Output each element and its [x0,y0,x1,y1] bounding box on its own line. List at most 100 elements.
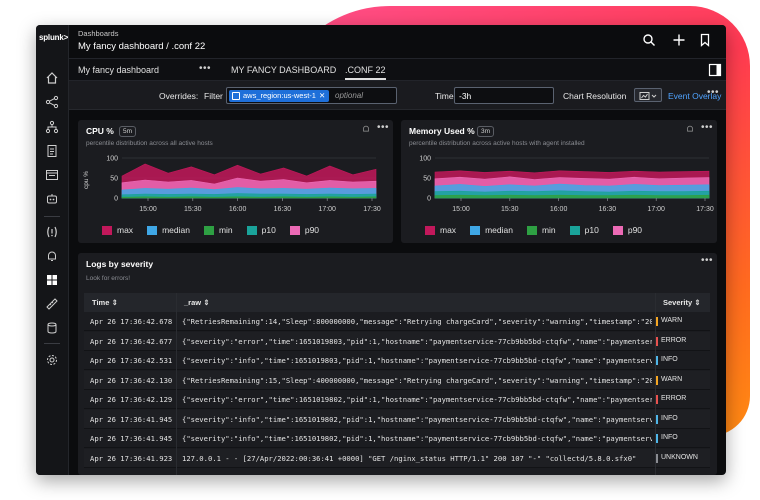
severity-indicator [656,336,658,346]
dashboard-group-name[interactable]: My fancy dashboard [78,65,159,75]
tab-conf22[interactable]: .CONF 22 [345,65,386,80]
alert-bell-icon[interactable] [685,124,695,134]
column-header-time[interactable]: Time ⇕ [92,298,118,307]
database-icon[interactable] [43,319,61,337]
table-row[interactable]: Apr 26 17:36:42.677 {"severity":"error","… [84,331,710,351]
alert-bell-icon[interactable] [361,124,371,134]
legend-label: p90 [627,225,643,235]
network-map-icon[interactable] [43,93,61,111]
chart-resolution-dropdown[interactable] [634,88,662,102]
legend-item-max[interactable]: max [102,225,133,235]
cell-time: Apr 26 17:36:42.677 [90,336,173,346]
severity-label: ERROR [661,395,687,402]
cell-time: Apr 26 17:36:41.945 [90,414,173,424]
cell-time: Apr 26 17:36:42.129 [90,395,173,404]
cell-raw: {"severity":"info","time":1651019802,"pi… [182,414,652,424]
settings-gear-icon[interactable] [43,351,61,369]
list-window-icon[interactable] [43,166,61,184]
splunk-logo: splunk> [39,33,69,42]
cell-raw: {"severity":"error","time":1651019802,"p… [182,395,652,404]
legend-swatch [102,225,112,235]
severity-indicator [656,317,658,326]
legend-item-median[interactable]: median [147,225,190,235]
cell-time: Apr 26 17:36:42.678 [90,317,173,326]
robot-icon[interactable] [43,190,61,208]
chart-legend: max median min p10 p90 [102,225,319,235]
legend-item-p10[interactable]: p10 [246,225,276,235]
document-icon[interactable] [43,142,61,160]
x-tick-label: 17:00 [318,206,336,213]
x-tick-label: 15:00 [452,206,470,213]
severity-badge: ERROR [656,336,687,346]
severity-label: INFO [661,356,678,363]
legend-item-median[interactable]: median [470,225,513,235]
legend-label: max [117,225,134,235]
legend-item-p90[interactable]: p90 [289,225,319,235]
cell-raw: 127.0.0.1 - - [27/Apr/2022:00:36:41 +000… [182,453,637,463]
breadcrumb-parent[interactable]: Dashboards [78,29,118,38]
legend-item-max[interactable]: max [425,225,456,235]
logs-table-header: Time ⇕ _raw ⇕ Severity ⇕ [84,293,710,312]
alert-icon[interactable] [43,223,61,241]
severity-badge: UNKNOWN [656,453,698,463]
severity-indicator [656,375,658,385]
table-row[interactable]: Apr 26 17:36:41.945 {"severity":"info","t… [84,409,710,429]
severity-label: WARN [661,375,683,383]
table-row[interactable]: Apr 26 17:36:41.945 {"severity":"info","t… [84,429,710,448]
property-icon [232,92,240,100]
column-header-severity[interactable]: Severity ⇕ [663,298,701,307]
panel-toggle-icon[interactable] [707,62,723,78]
legend-item-p90[interactable]: p90 [612,225,643,235]
severity-label: INFO [661,434,678,441]
search-icon[interactable] [641,32,657,48]
time-range-input[interactable]: -3h [454,87,554,104]
cell-time: Apr 26 17:36:42.531 [90,356,173,365]
table-row[interactable]: Apr 26 17:36:42.531 {"severity":"info","t… [84,351,710,370]
legend-label: min [541,225,556,235]
nav-divider [44,216,60,217]
panel-more-icon[interactable]: ••• [701,255,713,266]
x-tick-label: 17:00 [647,206,665,213]
hierarchy-icon[interactable] [43,118,61,136]
panel-more-icon[interactable]: ••• [377,122,389,133]
plus-icon[interactable] [671,32,687,48]
panel-more-icon[interactable]: ••• [701,122,713,133]
memory-chart-panel: Memory Used % 3m ••• percentile distribu… [401,120,717,243]
legend-item-min[interactable]: min [526,225,556,235]
overrides-more-icon[interactable]: ••• [707,87,719,98]
panel-title: Memory Used % [409,126,475,136]
column-header-raw[interactable]: _raw ⇕ [184,298,209,307]
area-series-min [434,194,710,199]
table-row[interactable]: Apr 26 17:36:42.129 {"severity":"error","… [84,390,710,409]
legend-label: p10 [261,225,276,235]
table-row[interactable]: Apr 26 17:36:42.130 {"RetriesRemaining":1… [84,370,710,390]
bell-icon[interactable] [43,247,61,265]
table-row[interactable]: Apr 26 17:36:41.923 127.0.0.1 - - [27/Apr… [84,448,710,468]
tab-my-fancy-dashboard[interactable]: MY FANCY DASHBOARD [231,65,336,75]
severity-label: ERROR [661,336,687,344]
ruler-icon[interactable] [43,295,61,313]
close-icon[interactable]: ✕ [319,91,325,100]
legend-item-p10[interactable]: p10 [569,225,599,235]
legend-swatch [569,225,580,235]
cell-raw: {"severity":"error","time":1651019803,"p… [182,336,652,346]
chart-resolution-label: Chart Resolution [563,91,627,101]
y-tick-label: 100 [106,156,118,163]
cell-raw: {"severity":"info","time":1651019802,"pi… [182,434,652,443]
severity-indicator [656,434,658,443]
table-row[interactable]: Apr 26 17:36:42.678 {"RetriesRemaining":1… [84,312,710,331]
dashboards-icon[interactable] [43,271,61,289]
y-tick-label: 0 [114,196,118,203]
x-tick-label: 16:00 [229,206,247,213]
severity-indicator [656,453,658,463]
bookmark-icon[interactable] [697,32,713,48]
dashboard-more-icon[interactable]: ••• [199,63,211,74]
severity-badge: WARN [656,317,682,326]
legend-item-min[interactable]: min [203,225,233,235]
chart-legend: max median min p10 p90 [425,225,642,235]
area-series-min [121,196,377,199]
home-icon[interactable] [43,69,61,87]
filter-chip[interactable]: aws_region:us-west-1 ✕ [229,90,330,102]
cell-raw: {"severity":"info","time":1651019803,"pi… [182,356,652,365]
filter-input[interactable]: aws_region:us-west-1 ✕ optional [226,87,397,104]
